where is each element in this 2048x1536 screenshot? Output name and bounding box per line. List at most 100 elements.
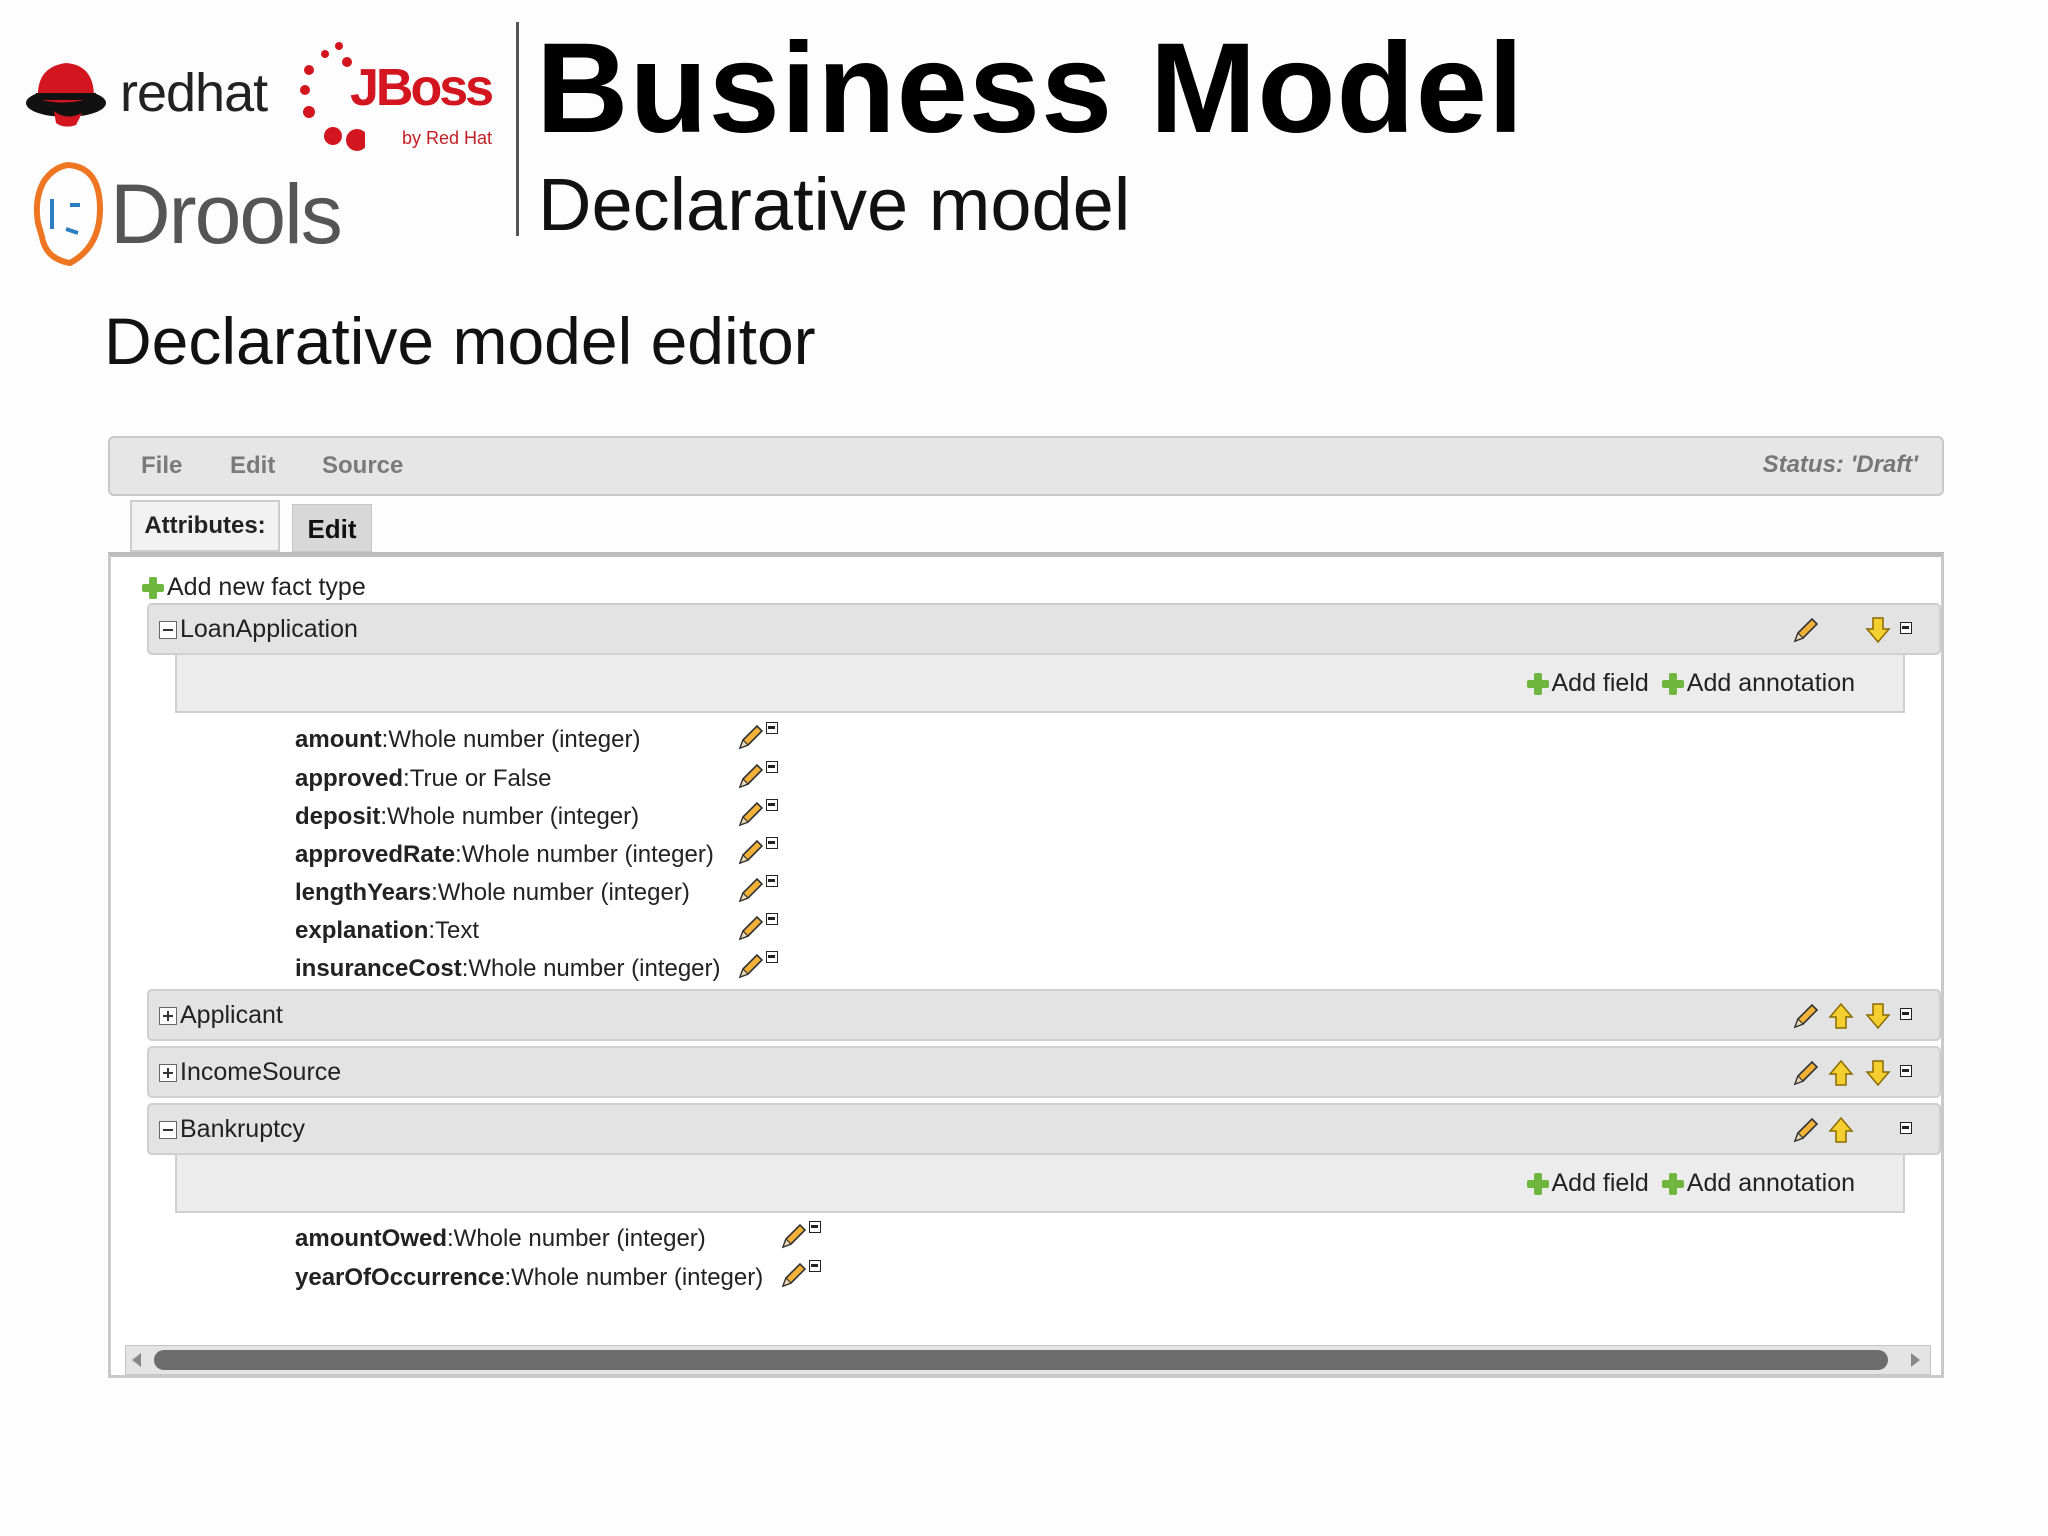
drools-head-icon <box>33 161 104 267</box>
jboss-tagline: by Red Hat <box>402 128 493 148</box>
pencil-icon[interactable] <box>1791 615 1821 645</box>
field-name: approved <box>295 765 404 792</box>
delete-icon[interactable] <box>809 1221 821 1233</box>
collapse-icon[interactable] <box>159 1120 177 1139</box>
arrow-up-icon[interactable] <box>1826 1115 1856 1145</box>
arrow-up-icon[interactable] <box>1826 1001 1856 1031</box>
field-type: :Whole number (integer) <box>504 1264 764 1291</box>
add-field-button[interactable]: Add field <box>1526 1169 1649 1198</box>
pencil-icon[interactable] <box>736 837 766 867</box>
field-type: :Whole number (integer) <box>380 803 640 830</box>
arrow-down-icon[interactable] <box>1863 1001 1893 1031</box>
add-field-label: Add field <box>1551 1169 1649 1197</box>
pencil-icon[interactable] <box>1791 1058 1821 1088</box>
page-subtitle: Declarative model <box>538 163 1131 246</box>
pencil-icon[interactable] <box>736 761 766 791</box>
pencil-icon[interactable] <box>736 799 766 829</box>
add-fact-type-button[interactable]: Add new fact type <box>141 573 366 602</box>
field-type: :Whole number (integer) <box>461 955 721 982</box>
delete-icon[interactable] <box>809 1260 821 1272</box>
field-actions <box>736 722 786 752</box>
delete-icon[interactable] <box>766 913 778 925</box>
tab-attributes[interactable]: Attributes: <box>130 500 280 552</box>
field-type: :Whole number (integer) <box>455 841 714 868</box>
tab-edit[interactable]: Edit <box>292 504 372 552</box>
add-annotation-button[interactable]: Add annotation <box>1661 1169 1855 1198</box>
collapse-icon[interactable] <box>159 620 177 639</box>
field-row: approved:True or False <box>295 765 552 793</box>
field-name: amount <box>295 726 382 753</box>
field-actions <box>736 837 786 867</box>
arrow-down-icon[interactable] <box>1863 1058 1893 1088</box>
field-name: amountOwed <box>295 1225 448 1252</box>
fact-name: Bankruptcy <box>180 1115 306 1143</box>
delete-icon[interactable] <box>766 761 778 773</box>
plus-icon <box>1526 1172 1550 1196</box>
expand-icon[interactable] <box>159 1063 177 1082</box>
arrow-down-icon[interactable] <box>1863 615 1893 645</box>
menu-file[interactable]: File <box>141 452 182 480</box>
delete-icon[interactable] <box>1900 1122 1912 1134</box>
model-editor: File Edit Source Status: 'Draft' Attribu… <box>108 436 1948 1382</box>
pencil-icon[interactable] <box>1791 1115 1821 1145</box>
header-divider <box>516 22 519 236</box>
field-row: yearOfOccurrence:Whole number (integer) <box>295 1264 763 1292</box>
plus-icon <box>1526 672 1550 696</box>
scroll-thumb[interactable] <box>154 1350 1888 1370</box>
scroll-left-icon[interactable] <box>132 1353 141 1367</box>
fact-title: Bankruptcy <box>159 1115 305 1144</box>
delete-icon[interactable] <box>1900 1008 1912 1020</box>
pencil-icon[interactable] <box>779 1221 809 1251</box>
fact-title: LoanApplication <box>159 615 358 644</box>
field-name: yearOfOccurrence <box>295 1264 505 1291</box>
field-actions <box>736 761 786 791</box>
field-actions <box>736 913 786 943</box>
scroll-right-icon[interactable] <box>1911 1353 1920 1367</box>
horizontal-scrollbar[interactable] <box>125 1345 1931 1375</box>
add-annotation-label: Add annotation <box>1686 669 1855 697</box>
fact-name: Applicant <box>180 1001 283 1029</box>
plus-icon <box>141 576 165 600</box>
add-field-button[interactable]: Add field <box>1526 669 1649 698</box>
delete-icon[interactable] <box>766 951 778 963</box>
pencil-icon[interactable] <box>736 951 766 981</box>
delete-icon[interactable] <box>766 799 778 811</box>
field-type: :Whole number (integer) <box>381 726 641 753</box>
field-row: deposit:Whole number (integer) <box>295 803 639 831</box>
pencil-icon[interactable] <box>779 1260 809 1290</box>
fact-name: IncomeSource <box>180 1058 342 1086</box>
add-fact-type-label: Add new fact type <box>167 573 366 601</box>
redhat-wordmark: redhat <box>120 63 268 123</box>
pencil-icon[interactable] <box>1791 1001 1821 1031</box>
field-row: lengthYears:Whole number (integer) <box>295 879 690 907</box>
plus-icon <box>1661 1172 1685 1196</box>
expand-icon[interactable] <box>159 1006 177 1025</box>
field-type: :Whole number (integer) <box>431 879 690 906</box>
field-name: explanation <box>295 917 429 944</box>
pencil-icon[interactable] <box>736 913 766 943</box>
field-name: lengthYears <box>295 879 432 906</box>
add-field-label: Add field <box>1551 669 1649 697</box>
arrow-up-icon[interactable] <box>1826 1058 1856 1088</box>
field-row: amountOwed:Whole number (integer) <box>295 1225 706 1253</box>
pencil-icon[interactable] <box>736 722 766 752</box>
field-row: insuranceCost:Whole number (integer) <box>295 955 721 983</box>
field-row: approvedRate:Whole number (integer) <box>295 841 714 869</box>
delete-icon[interactable] <box>766 837 778 849</box>
menu-source[interactable]: Source <box>322 452 403 480</box>
delete-icon[interactable] <box>766 722 778 734</box>
fact-header-incomesource: IncomeSource <box>147 1046 1941 1098</box>
page-title: Business Model <box>536 17 1525 160</box>
redhat-logo: redhat <box>24 38 294 148</box>
delete-icon[interactable] <box>1900 622 1912 634</box>
field-actions <box>779 1260 829 1290</box>
menu-edit[interactable]: Edit <box>230 452 275 480</box>
pencil-icon[interactable] <box>736 875 766 905</box>
delete-icon[interactable] <box>766 875 778 887</box>
logo-area: redhat JBoss by Red Hat Drools <box>20 30 500 270</box>
jboss-wordmark: JBoss <box>350 59 494 117</box>
delete-icon[interactable] <box>1900 1065 1912 1077</box>
jboss-logo: JBoss by Red Hat <box>295 36 505 156</box>
field-actions <box>736 799 786 829</box>
add-annotation-button[interactable]: Add annotation <box>1661 669 1855 698</box>
